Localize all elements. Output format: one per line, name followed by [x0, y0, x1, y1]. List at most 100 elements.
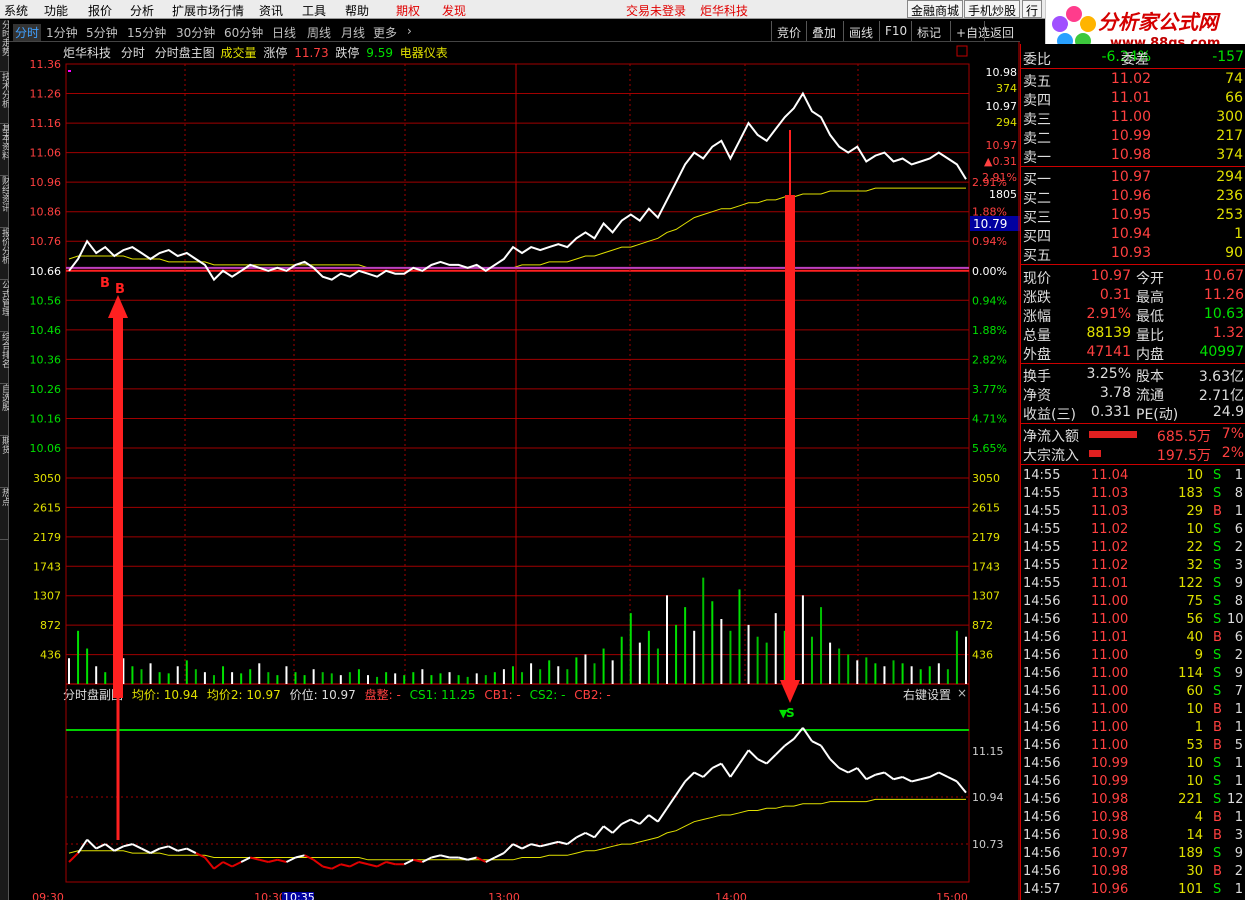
toolbar-button-1[interactable]: 叠加	[806, 21, 841, 41]
left-tab-6[interactable]: 综合排名	[0, 332, 9, 384]
bid-row[interactable]: 买三 10.95 253	[1021, 206, 1245, 226]
trade-row: 14:56 11.00 56 S 10	[1021, 611, 1245, 629]
fund-value: 0.331	[1090, 404, 1131, 420]
ask-row[interactable]: 卖一 10.98 374	[1021, 146, 1245, 166]
sub-price-segment	[403, 858, 414, 866]
trade-side: B	[1213, 738, 1222, 753]
volume-tick-label-right: 2179	[972, 531, 1000, 544]
left-tab-7[interactable]: 自选股	[0, 384, 9, 436]
left-tab-5[interactable]: 公式管理	[0, 280, 9, 332]
right-vol-cur: 1805	[989, 188, 1017, 201]
ask-row[interactable]: 卖二 10.99 217	[1021, 127, 1245, 147]
menu-item-7[interactable]: 帮助	[345, 2, 369, 19]
menu-button-partial[interactable]: 行	[1022, 0, 1043, 18]
login-status[interactable]: 交易未登录	[626, 2, 686, 19]
sub-price-segment	[621, 818, 632, 825]
sub-price-segment	[413, 858, 423, 863]
bid-row[interactable]: 买二 10.96 236	[1021, 187, 1245, 207]
trade-side: S	[1213, 468, 1222, 483]
sub-price-segment	[485, 856, 496, 863]
fund-value-2: 2.71亿	[1198, 388, 1244, 404]
flow-value: 685.5万	[1156, 429, 1211, 445]
left-tab-4[interactable]: 报价分析	[0, 228, 9, 280]
period-tab-1[interactable]: 1分钟	[46, 24, 78, 41]
window-stock-title: 炬华科技	[700, 4, 749, 18]
toolbar-button-3[interactable]: F10	[879, 21, 912, 41]
trade-row: 14:55 11.04 10 S 1	[1021, 467, 1245, 485]
ask-price: 11.00	[1110, 109, 1151, 125]
sub-price-segment	[929, 771, 940, 778]
limit-down-value: 9.59	[366, 46, 393, 60]
gauge-label: 电器仪表	[399, 46, 448, 60]
trade-volume: 9	[1194, 648, 1203, 663]
trade-volume: 1	[1194, 720, 1203, 735]
left-tab-2[interactable]: 基本资料	[0, 124, 9, 176]
sub-price-segment	[702, 767, 714, 778]
period-tab-5[interactable]: 60分钟	[224, 24, 263, 41]
period-tab-8[interactable]: 月线	[341, 24, 365, 41]
sub-price-segment	[829, 758, 840, 769]
sub-price-segment	[304, 854, 315, 861]
menu-item-3[interactable]: 分析	[130, 2, 154, 19]
period-tab-3[interactable]: 15分钟	[127, 24, 166, 41]
left-tab-8[interactable]: 期货	[0, 436, 9, 488]
fund-value: 3.78	[1099, 385, 1131, 401]
left-tab-1[interactable]: 技术分析	[0, 72, 9, 124]
period-tab-2[interactable]: 5分钟	[86, 24, 118, 41]
trade-row: 14:56 11.00 75 S 8	[1021, 593, 1245, 611]
menu-item-1[interactable]: 功能	[44, 2, 68, 19]
menu-button-0[interactable]: 金融商城	[907, 0, 964, 18]
sub-chart-info: 分时盘副图 均价: 10.94 均价2: 10.97 价位: 10.97 盘整:…	[63, 686, 970, 702]
sub-price-segment	[802, 727, 813, 742]
sub-price-segment	[213, 861, 224, 870]
menu-item-2[interactable]: 报价	[88, 2, 112, 19]
sub-cb2: CB2: -	[574, 688, 611, 702]
left-tab-9[interactable]: 热点	[0, 488, 9, 540]
pct-tick-label: 5.65%	[972, 442, 1007, 455]
quote-stat-row: 涨跌 0.31 最高 11.26	[1021, 286, 1245, 306]
toolbar-button-2[interactable]: 画线	[843, 21, 878, 41]
bid-label: 买三	[1023, 210, 1051, 226]
left-tab-3[interactable]: 财经资讯	[0, 176, 9, 228]
time-cursor-box	[282, 892, 314, 900]
menu-item-5[interactable]: 资讯	[259, 2, 283, 19]
period-tab-0[interactable]: 分时	[13, 24, 42, 41]
quote-stat-row: 外盘 47141 内盘 40997	[1021, 343, 1245, 363]
period-tab-6[interactable]: 日线	[272, 24, 296, 41]
more-chevron-icon[interactable]: ›	[407, 24, 412, 38]
menu-button-1[interactable]: 手机炒股	[964, 0, 1021, 18]
toolbar-button-4[interactable]: 标记	[911, 21, 946, 41]
toolbar-button-6[interactable]: 返回	[984, 21, 1019, 41]
toolbar-button-0[interactable]: 竞价	[771, 21, 806, 41]
limit-down-label: 跌停	[335, 46, 360, 60]
sub-close-icon[interactable]: ×	[957, 686, 967, 700]
ask-row[interactable]: 卖五 11.02 74	[1021, 70, 1245, 90]
trade-count: 5	[1234, 738, 1243, 753]
bid-row[interactable]: 买一 10.97 294	[1021, 168, 1245, 188]
sub-price-segment	[811, 740, 822, 747]
menu-red-item-0[interactable]: 期权	[396, 2, 420, 19]
ask-row[interactable]: 卖三 11.00 300	[1021, 108, 1245, 128]
menu-item-6[interactable]: 工具	[302, 2, 326, 19]
right-pct: 2.91%	[982, 171, 1017, 184]
period-tab-4[interactable]: 30分钟	[176, 24, 215, 41]
bid-row[interactable]: 买四 10.94 1	[1021, 225, 1245, 245]
left-tab-0[interactable]: 分时走势	[0, 20, 9, 72]
price-tick-label: 11.36	[30, 58, 62, 71]
intraday-chart[interactable]: 11.36 11.26 11.16 11.06 10.96 2.91% 10.86 1.88%…	[0, 0, 1020, 900]
period-tab-7[interactable]: 周线	[307, 24, 331, 41]
menu-item-0[interactable]: 系统	[4, 2, 28, 19]
trade-volume: 14	[1186, 828, 1203, 843]
sub-price-segment	[259, 858, 269, 863]
sub-price-segment	[530, 843, 541, 848]
period-tab-9[interactable]: 更多	[373, 24, 397, 41]
stat-label: 外盘	[1023, 347, 1051, 363]
menu-item-4[interactable]: 扩展市场行情	[172, 2, 244, 19]
ask-row[interactable]: 卖四 11.01 66	[1021, 89, 1245, 109]
sub-price-segment	[648, 814, 659, 823]
price-tick-label: 10.16	[30, 412, 62, 425]
sub-price-segment	[204, 856, 215, 870]
sub-settings[interactable]: 右键设置	[903, 686, 951, 703]
menu-red-item-1[interactable]: 发现	[442, 2, 466, 19]
bid-row[interactable]: 买五 10.93 90	[1021, 244, 1245, 264]
